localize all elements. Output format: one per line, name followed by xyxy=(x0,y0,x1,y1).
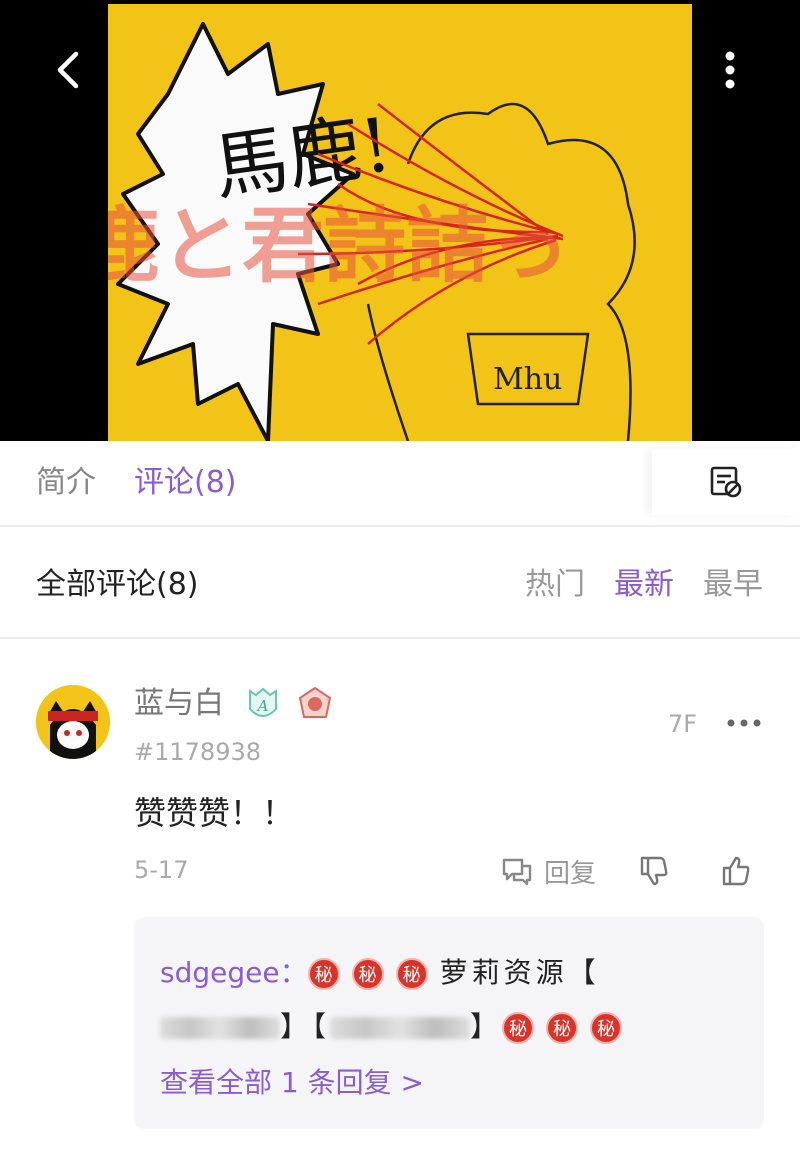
secret-mark-icon: 秘 xyxy=(351,958,384,990)
tab-intro[interactable]: 简介 xyxy=(36,463,96,503)
avatar[interactable] xyxy=(36,685,110,759)
secret-mark-icon: 秘 xyxy=(307,958,340,990)
tab-comments[interactable]: 评论(8) xyxy=(134,463,237,503)
vertical-dots-icon xyxy=(725,51,735,89)
reply-line: 】【】秘秘秘 xyxy=(160,1007,634,1047)
tab-bar: 简介 评论(8) xyxy=(0,441,800,527)
secret-mark-icon: 秘 xyxy=(502,1012,535,1044)
svg-text:A: A xyxy=(256,697,269,715)
secret-mark-icon: 秘 xyxy=(395,958,428,990)
view-all-replies-link[interactable]: 查看全部 1 条回复 > xyxy=(160,1063,424,1103)
chevron-left-icon xyxy=(57,51,79,89)
blurred-text xyxy=(160,1017,280,1039)
secret-mark-icon: 秘 xyxy=(590,1012,623,1044)
sort-earliest[interactable]: 最早 xyxy=(703,565,763,605)
cover-illustration: 馬鹿! Mhu 鹿と君詩詰っ xyxy=(108,4,692,441)
reply-text: 萝莉资源【 xyxy=(439,956,600,989)
comments-header: 全部评论(8) 热门 最新 最早 xyxy=(0,527,800,639)
comment-text: 赞赞赞！！ xyxy=(134,794,295,832)
dislike-button[interactable] xyxy=(636,851,672,891)
comment-floor: 7F xyxy=(668,710,698,738)
blurred-text xyxy=(330,1017,471,1039)
thumbs-up-icon xyxy=(722,856,750,886)
sort-newest[interactable]: 最新 xyxy=(614,565,674,605)
comments-title: 全部评论(8) xyxy=(36,567,199,602)
reply-text-bracket: 】【 xyxy=(280,1010,331,1043)
like-button[interactable] xyxy=(718,851,754,891)
secret-mark-icon: 秘 xyxy=(546,1012,579,1044)
comment-more-button[interactable] xyxy=(724,705,764,741)
shirt-text: Mhu xyxy=(493,362,562,397)
reply-author[interactable]: sdgegee： xyxy=(160,956,308,989)
more-options-button[interactable] xyxy=(700,40,760,100)
reply-button[interactable]: 回复 xyxy=(500,851,596,891)
reply-icon xyxy=(502,858,532,886)
cover-overlay-title: 鹿と君詩詰っ xyxy=(108,199,570,294)
sort-hot[interactable]: 热门 xyxy=(525,565,585,605)
cover-artwork: 馬鹿! Mhu 鹿と君詩詰っ xyxy=(108,4,692,441)
thumbs-down-icon xyxy=(640,856,668,886)
horizontal-dots-icon xyxy=(727,719,761,727)
reply-preview-box[interactable]: sdgegee：秘秘秘萝莉资源【 】【】秘秘秘 查看全部 1 条回复 > xyxy=(134,917,764,1129)
reply-text-bracket: 】 xyxy=(470,1010,503,1043)
level-badge-icon: A xyxy=(249,687,277,717)
back-button[interactable] xyxy=(38,40,98,100)
comment-username[interactable]: 蓝与白 xyxy=(134,684,224,724)
comment-user-id: #1178938 xyxy=(134,738,261,766)
danmaku-off-icon xyxy=(710,466,742,498)
reply-line: sdgegee：秘秘秘萝莉资源【 xyxy=(160,953,600,993)
comment-date: 5-17 xyxy=(134,856,189,884)
danmaku-toggle-button[interactable] xyxy=(652,449,800,515)
reply-label: 回复 xyxy=(544,858,597,889)
comment-item: 蓝与白 A #1178938 7F 赞赞赞！！ 5-17 回复 sdgegee：… xyxy=(0,641,800,1155)
video-cover[interactable]: 馬鹿! Mhu 鹿と君詩詰っ xyxy=(0,0,800,441)
medal-badge-icon xyxy=(298,686,332,718)
